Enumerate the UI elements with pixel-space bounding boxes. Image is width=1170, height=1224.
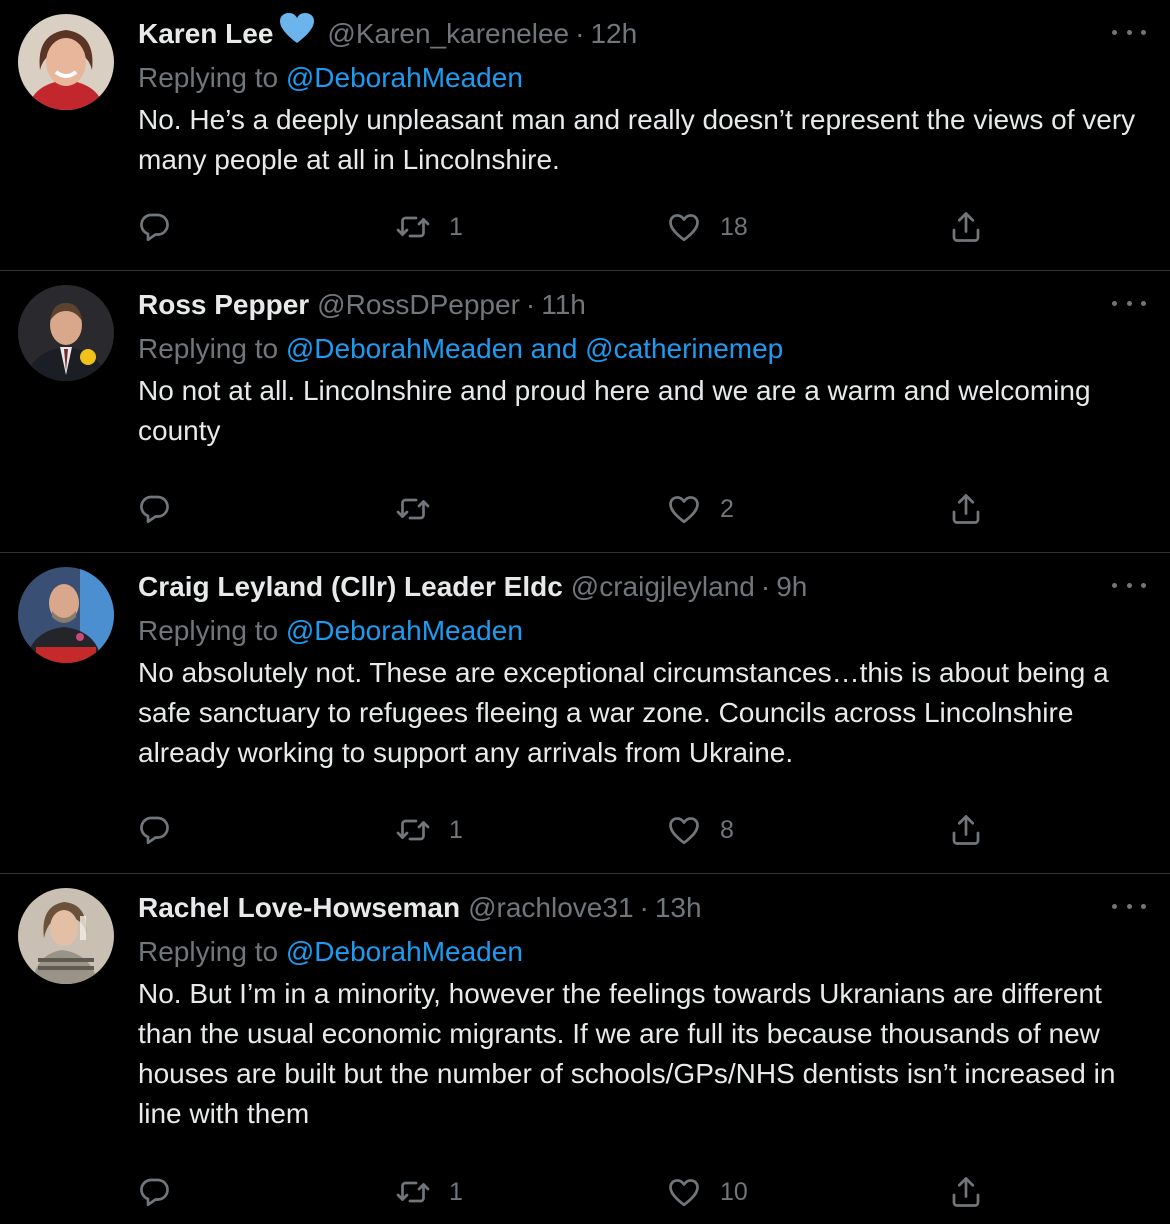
mention-link[interactable]: @DeborahMeaden (286, 615, 523, 646)
tweet-rachel-love-howseman[interactable]: Rachel Love-Howseman @rachlove31 · 13h Repl… (0, 874, 1170, 1224)
display-name[interactable]: Karen Lee (138, 18, 273, 49)
mention-link[interactable]: @DeborahMeaden (286, 936, 523, 967)
reply-button[interactable] (136, 207, 172, 247)
tweet-header: Karen Lee @Karen_karenelee · 12h (138, 12, 637, 55)
mention-link[interactable]: @DeborahMeaden (286, 62, 523, 93)
avatar[interactable] (18, 285, 114, 381)
reply-bubble-icon (140, 1178, 169, 1207)
reply-button[interactable] (136, 810, 172, 850)
separator-dot: · (639, 892, 649, 923)
avatar[interactable] (18, 567, 114, 663)
separator-dot: · (760, 571, 771, 602)
like-button[interactable]: 10 (666, 1172, 748, 1212)
reply-bubble-icon (140, 816, 169, 845)
user-handle[interactable]: @craigjleyland (571, 571, 755, 602)
replying-to-label: Replying to (138, 62, 279, 93)
replying-to-label: Replying to (138, 615, 279, 646)
like-count: 8 (720, 815, 734, 844)
display-name[interactable]: Ross Pepper (138, 289, 309, 320)
tweet-karen-lee[interactable]: Karen Lee @Karen_karenelee · 12h Replying t… (0, 0, 1170, 270)
reply-button[interactable] (136, 489, 172, 529)
retweet-button[interactable]: 1 (395, 207, 463, 247)
share-button[interactable] (948, 207, 984, 247)
display-name[interactable]: Craig Leyland (Cllr) Leader Eldc (138, 571, 563, 602)
timestamp[interactable]: 9h (776, 571, 807, 602)
replying-to-line: Replying to @DeborahMeaden (138, 932, 523, 972)
user-handle[interactable]: @RossDPepper (317, 289, 520, 320)
tweet-ross-pepper[interactable]: Ross Pepper @RossDPepper · 11h Replying to … (0, 271, 1170, 552)
tweet-actions: 1 10 (0, 1172, 1170, 1212)
tweet-text: No not at all. Lincolnshire and proud he… (138, 375, 1091, 446)
replying-to-line: Replying to @DeborahMeaden (138, 58, 523, 98)
user-handle[interactable]: @rachlove31 (468, 892, 633, 923)
like-count: 10 (720, 1177, 748, 1206)
avatar-image (18, 285, 114, 381)
share-button[interactable] (948, 489, 984, 529)
avatar[interactable] (18, 888, 114, 984)
tweet-text: No absolutely not. These are exceptional… (138, 657, 1109, 768)
more-dots-icon[interactable] (1112, 573, 1146, 597)
like-count: 18 (720, 212, 748, 241)
share-upload-icon (952, 494, 980, 524)
avatar-image (18, 14, 114, 110)
retweet-count: 1 (449, 212, 463, 241)
tweet-header: Rachel Love-Howseman @rachlove31 · 13h (138, 888, 702, 928)
share-upload-icon (952, 815, 980, 845)
retweet-button[interactable]: 1 (395, 1172, 463, 1212)
share-upload-icon (952, 1177, 980, 1207)
user-handle[interactable]: @Karen_karenelee (327, 18, 569, 49)
like-button[interactable]: 18 (666, 207, 748, 247)
separator-dot: · (575, 18, 585, 49)
more-dots-icon[interactable] (1112, 894, 1146, 918)
reply-bubble-icon (140, 495, 169, 524)
blue-heart-icon (279, 12, 315, 55)
like-button[interactable]: 2 (666, 489, 734, 529)
tweet-actions: 1 18 (0, 207, 1170, 247)
mention-joiner[interactable]: and (531, 333, 578, 364)
display-name[interactable]: Rachel Love-Howseman (138, 892, 460, 923)
retweet-icon (396, 819, 430, 841)
retweet-count: 1 (449, 815, 463, 844)
more-dots-icon[interactable] (1112, 20, 1146, 44)
replying-to-line: Replying to @DeborahMeaden (138, 611, 523, 651)
tweet-actions: 2 (0, 489, 1170, 529)
tweet-header: Ross Pepper @RossDPepper · 11h (138, 285, 586, 325)
heart-outline-icon (669, 1179, 699, 1207)
reply-feed: Karen Lee @Karen_karenelee · 12h Replying t… (0, 0, 1170, 1224)
avatar[interactable] (18, 14, 114, 110)
replying-to-label: Replying to (138, 936, 279, 967)
mention-link[interactable]: @catherinemep (585, 333, 783, 364)
tweet-header: Craig Leyland (Cllr) Leader Eldc @craigjl… (138, 567, 807, 607)
more-dots-icon[interactable] (1112, 291, 1146, 315)
heart-outline-icon (669, 817, 699, 845)
heart-outline-icon (669, 496, 699, 524)
tweet-text: No. He’s a deeply unpleasant man and rea… (138, 104, 1136, 175)
retweet-icon (396, 216, 430, 238)
timestamp[interactable]: 12h (590, 18, 637, 49)
retweet-count: 1 (449, 1177, 463, 1206)
replying-to-line: Replying to @DeborahMeaden and @catherin… (138, 329, 783, 369)
timestamp[interactable]: 11h (541, 289, 586, 320)
heart-outline-icon (669, 214, 699, 242)
retweet-button[interactable]: 1 (395, 810, 463, 850)
avatar-image (18, 567, 114, 663)
reply-bubble-icon (140, 213, 169, 242)
avatar-image (18, 888, 114, 984)
retweet-icon (396, 498, 430, 520)
share-button[interactable] (948, 810, 984, 850)
separator-dot: · (525, 289, 536, 320)
tweet-actions: 1 8 (0, 810, 1170, 850)
share-upload-icon (952, 212, 980, 242)
like-button[interactable]: 8 (666, 810, 734, 850)
reply-button[interactable] (136, 1172, 172, 1212)
tweet-text: No. But I’m in a minority, however the f… (138, 978, 1116, 1129)
replying-to-label: Replying to (138, 333, 279, 364)
tweet-craig-leyland[interactable]: Craig Leyland (Cllr) Leader Eldc @craigjl… (0, 553, 1170, 873)
retweet-button[interactable] (395, 489, 449, 529)
like-count: 2 (720, 494, 734, 523)
mention-link[interactable]: @DeborahMeaden (286, 333, 523, 364)
share-button[interactable] (948, 1172, 984, 1212)
timestamp[interactable]: 13h (655, 892, 702, 923)
retweet-icon (396, 1181, 430, 1203)
